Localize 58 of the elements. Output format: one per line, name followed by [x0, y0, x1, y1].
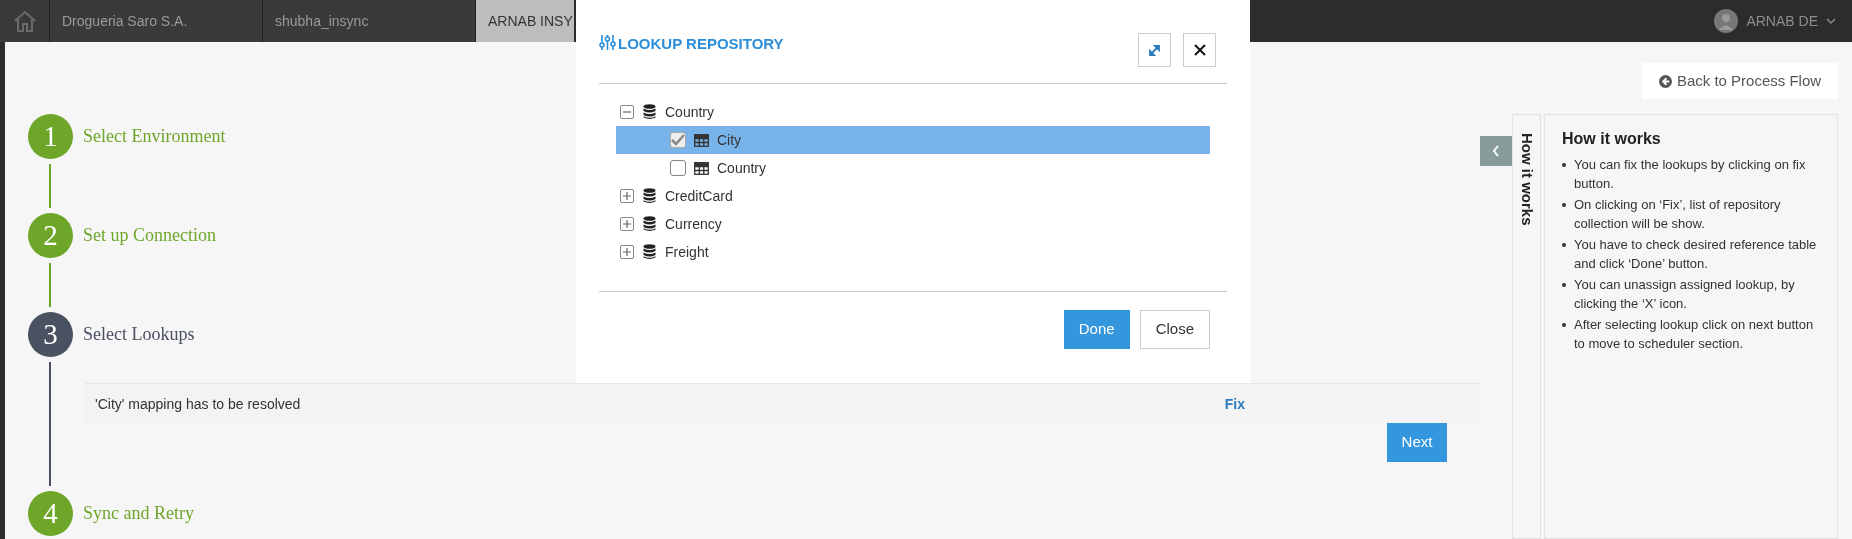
modal-title: LOOKUP REPOSITORY — [618, 34, 784, 54]
close-button[interactable] — [1183, 33, 1216, 67]
tree-node[interactable]: Country — [665, 101, 715, 123]
step-number: 1 — [28, 114, 73, 159]
bullet-icon — [1562, 163, 1566, 167]
fix-link[interactable]: Fix — [1224, 394, 1245, 415]
close-icon — [1193, 44, 1206, 56]
help-item: You have to check desired reference table and click ‘Done’ button. — [1574, 236, 1818, 273]
tab[interactable]: shubha_insync — [263, 0, 476, 42]
collapse-button[interactable] — [1480, 136, 1512, 166]
bullet-icon — [1562, 243, 1566, 247]
message-text: 'City' mapping has to be resolved — [95, 395, 301, 414]
help-tab[interactable]: How it works — [1512, 114, 1541, 539]
tab[interactable]: ARNAB INSY — [476, 0, 574, 42]
database-icon — [643, 244, 656, 260]
expand-toggle-icon[interactable] — [620, 189, 634, 203]
expand-icon — [1148, 43, 1161, 57]
tree-node[interactable]: Freight — [665, 241, 709, 263]
avatar-icon — [1714, 9, 1739, 33]
checkbox[interactable] — [670, 160, 686, 176]
close-button[interactable]: Close — [1139, 310, 1210, 349]
step-label: Set up Connection — [83, 224, 216, 247]
home-button[interactable] — [0, 0, 50, 42]
help-item: You can unassign assigned lookup, by clicking the ‘X’ icon. — [1574, 276, 1796, 313]
expand-button[interactable] — [1138, 33, 1171, 67]
step-label: Sync and Retry — [83, 502, 194, 525]
expand-toggle-icon[interactable] — [620, 217, 634, 231]
chevron-left-icon — [1492, 145, 1500, 157]
database-icon — [643, 188, 656, 204]
checkbox[interactable] — [670, 132, 686, 148]
tree-node[interactable]: Currency — [665, 213, 722, 235]
bullet-icon — [1562, 283, 1566, 287]
step-label: Select Environment — [83, 125, 226, 148]
tree-row[interactable]: Country — [616, 154, 1210, 182]
back-arrow-icon — [1658, 74, 1672, 88]
step-number: 4 — [28, 491, 73, 536]
collapse-toggle-icon[interactable] — [620, 105, 634, 119]
step-number: 3 — [28, 312, 73, 357]
caret-icon[interactable] — [1826, 17, 1836, 25]
user-name[interactable]: ARNAB DE — [1746, 10, 1818, 32]
sliders-icon — [599, 34, 616, 51]
help-title: How it works — [1562, 129, 1662, 149]
step-label: Select Lookups — [83, 323, 195, 346]
step-number: 2 — [28, 213, 73, 258]
expand-toggle-icon[interactable] — [620, 245, 634, 259]
back-button[interactable]: Back to Process Flow — [1642, 63, 1838, 99]
table-icon — [694, 133, 709, 147]
tree-row[interactable]: City — [616, 126, 1210, 154]
database-icon — [643, 216, 656, 232]
database-icon — [643, 104, 656, 120]
bullet-icon — [1562, 203, 1566, 207]
tree-node[interactable]: CreditCard — [665, 185, 733, 207]
help-item: After selecting lookup click on next button to move to scheduler section. — [1574, 316, 1815, 353]
tab[interactable]: Drogueria Saro S.A. — [50, 0, 263, 42]
help-item: On clicking on ‘Fix’, list of repository collection will be show. — [1574, 196, 1782, 233]
table-icon — [694, 161, 709, 175]
bullet-icon — [1562, 323, 1566, 327]
help-item: You can fix the lookups by clicking on fix button. — [1574, 156, 1807, 193]
